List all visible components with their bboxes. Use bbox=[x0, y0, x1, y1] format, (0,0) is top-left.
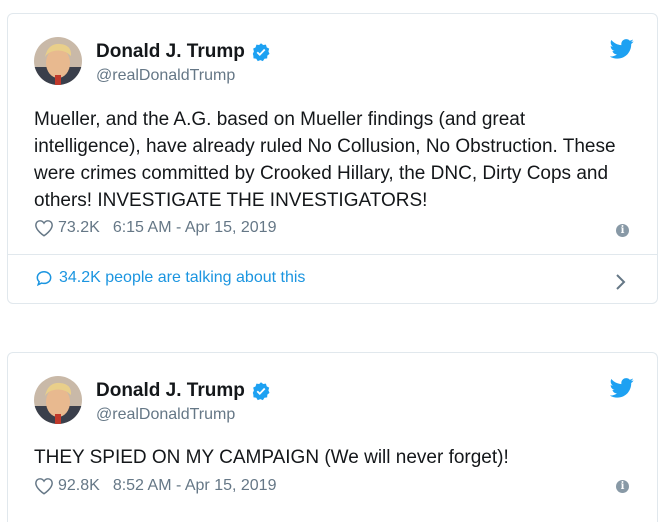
handle[interactable]: @realDonaldTrump bbox=[96, 67, 235, 85]
talking-text[interactable]: 34.2K people are talking about this bbox=[59, 269, 305, 287]
tweet-meta: 73.2K 6:15 AM - Apr 15, 2019 bbox=[34, 219, 276, 237]
like-count[interactable]: 73.2K bbox=[58, 219, 100, 237]
tweet-text: Mueller, and the A.G. based on Mueller f… bbox=[34, 109, 616, 211]
avatar[interactable] bbox=[34, 37, 82, 85]
tweet-card[interactable]: Donald J. Trump @realDonaldTrump Mueller… bbox=[7, 13, 658, 304]
verified-badge-icon bbox=[252, 43, 270, 62]
info-icon[interactable]: i bbox=[616, 224, 629, 237]
timestamp[interactable]: 8:52 AM - Apr 15, 2019 bbox=[113, 477, 277, 495]
avatar[interactable] bbox=[34, 376, 82, 424]
tweet-header: Donald J. Trump @realDonaldTrump bbox=[34, 376, 634, 426]
tweet-text: THEY SPIED ON MY CAMPAIGN (We will never… bbox=[34, 447, 509, 468]
display-name[interactable]: Donald J. Trump bbox=[96, 380, 245, 402]
timestamp[interactable]: 6:15 AM - Apr 15, 2019 bbox=[113, 219, 277, 237]
talking-link[interactable]: 34.2K people are talking about this bbox=[34, 268, 305, 288]
tweet-meta: 92.8K 8:52 AM - Apr 15, 2019 bbox=[34, 477, 276, 495]
verified-badge-icon bbox=[252, 382, 270, 401]
tweet-card[interactable]: Donald J. Trump @realDonaldTrump THEY SP… bbox=[7, 352, 658, 522]
heart-icon[interactable] bbox=[34, 477, 54, 495]
speech-bubble-icon bbox=[36, 270, 52, 287]
like-count[interactable]: 92.8K bbox=[58, 477, 100, 495]
heart-icon[interactable] bbox=[34, 219, 54, 237]
twitter-bird-icon[interactable] bbox=[610, 39, 634, 59]
divider bbox=[8, 254, 657, 255]
twitter-bird-icon[interactable] bbox=[610, 378, 634, 398]
tweet-header: Donald J. Trump @realDonaldTrump bbox=[34, 37, 634, 87]
display-name[interactable]: Donald J. Trump bbox=[96, 41, 245, 63]
info-icon[interactable]: i bbox=[616, 480, 629, 493]
handle[interactable]: @realDonaldTrump bbox=[96, 406, 235, 424]
chevron-right-icon[interactable] bbox=[615, 272, 627, 292]
